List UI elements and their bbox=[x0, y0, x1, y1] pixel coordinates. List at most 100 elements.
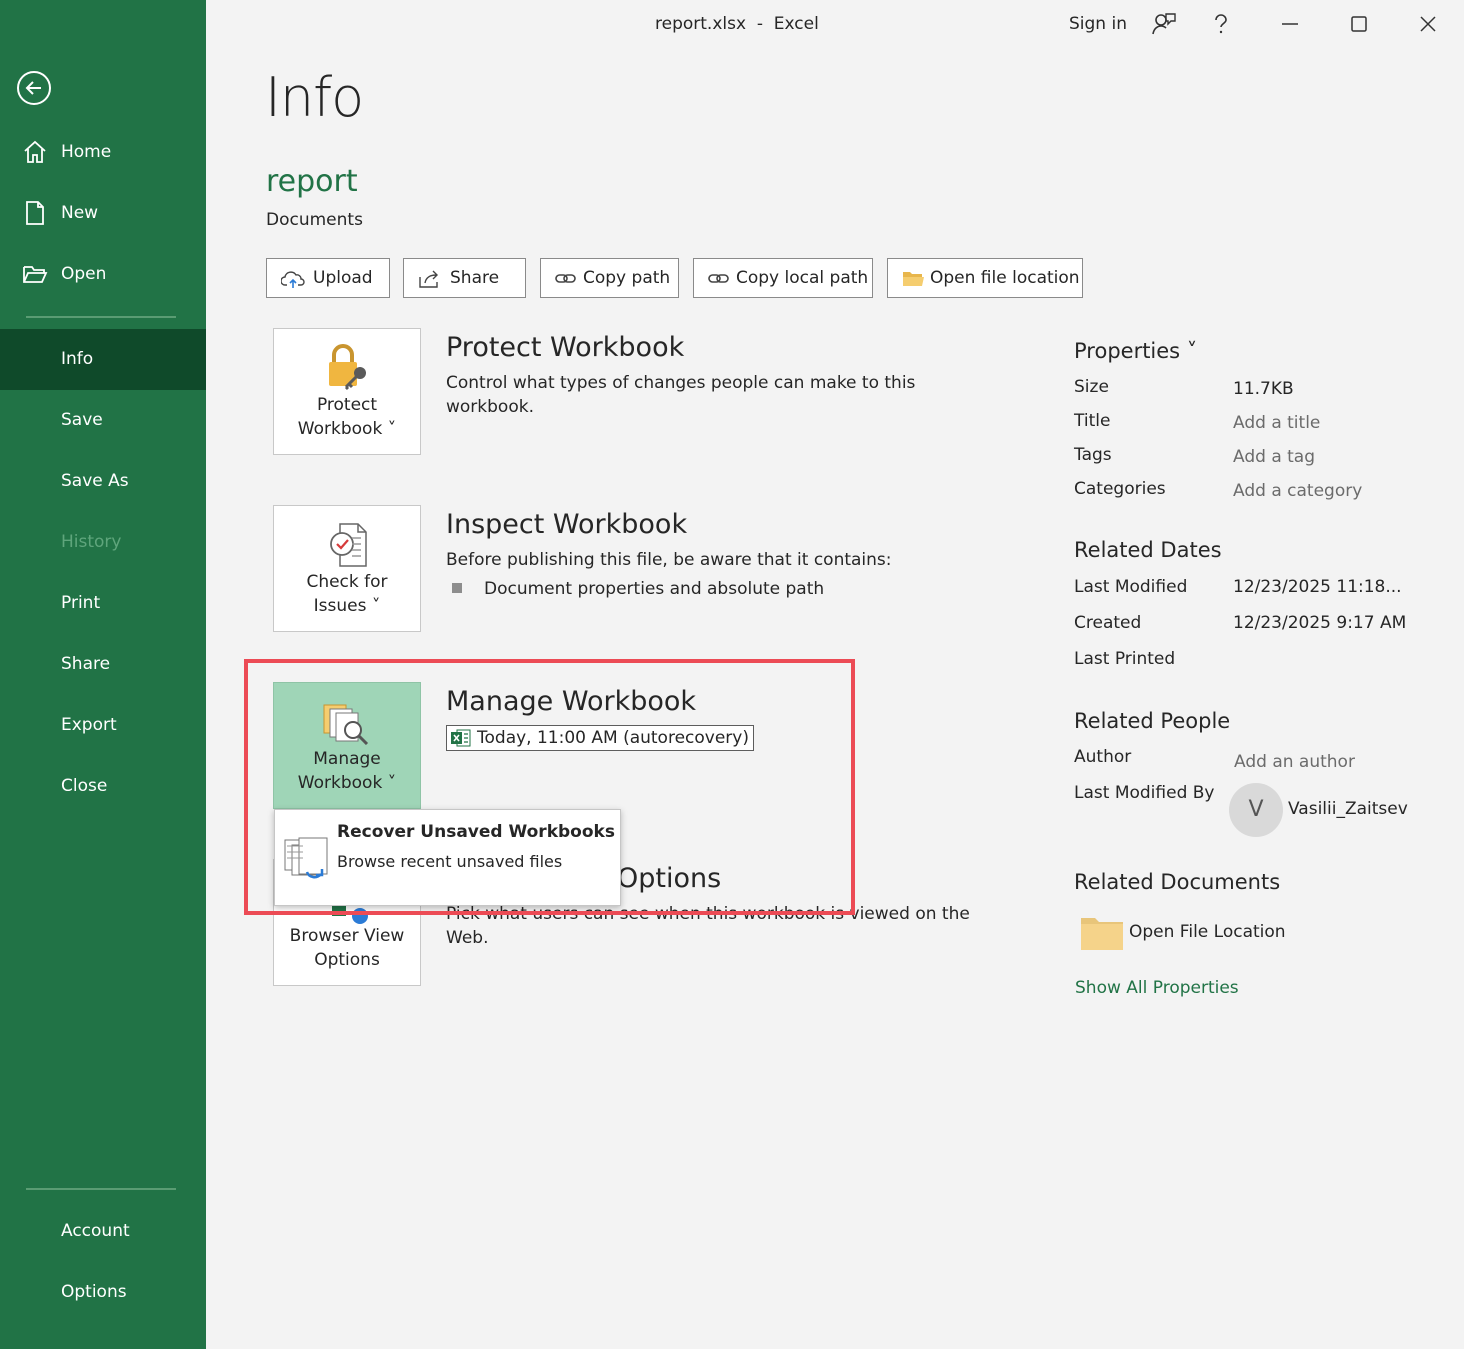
sidebar-item-open[interactable]: Open bbox=[0, 244, 206, 305]
upload-label: Upload bbox=[313, 268, 373, 288]
sidebar-item-share[interactable]: Share bbox=[0, 634, 206, 695]
sidebar-item-label: Open bbox=[61, 264, 107, 284]
last-printed-label: Last Printed bbox=[1074, 649, 1176, 669]
sidebar-item-label: Save As bbox=[61, 471, 129, 491]
sign-in-link[interactable]: Sign in bbox=[1069, 14, 1127, 34]
last-modified-label: Last Modified bbox=[1074, 577, 1188, 597]
copy-path-button[interactable]: Copy path bbox=[540, 258, 679, 298]
sidebar-item-options[interactable]: Options bbox=[0, 1262, 206, 1323]
tile-label-line2: Options bbox=[314, 950, 380, 970]
sidebar-item-export[interactable]: Export bbox=[0, 695, 206, 756]
sidebar-item-label: Save bbox=[61, 410, 103, 430]
categories-label: Categories bbox=[1074, 479, 1166, 499]
sidebar-item-label: Share bbox=[61, 654, 111, 674]
close-icon[interactable] bbox=[1414, 10, 1442, 38]
tile-label-line1: Check for bbox=[306, 572, 388, 592]
upload-button[interactable]: Upload bbox=[266, 258, 390, 298]
sidebar-item-info[interactable]: Info bbox=[0, 329, 206, 390]
sidebar-item-save-as[interactable]: Save As bbox=[0, 451, 206, 512]
autorecovery-version-link[interactable]: Today, 11:00 AM (autorecovery) bbox=[446, 725, 754, 751]
size-label: Size bbox=[1074, 377, 1109, 397]
copy-path-label: Copy path bbox=[583, 268, 671, 288]
share-label: Share bbox=[450, 268, 500, 288]
browser-view-desc: Pick what users can see when this workbo… bbox=[446, 902, 970, 950]
open-file-location-link[interactable]: Open File Location bbox=[1129, 922, 1286, 942]
tile-label-line1: Browser View bbox=[289, 926, 405, 946]
link-icon bbox=[708, 274, 729, 283]
recover-unsaved-workbooks-item[interactable]: Recover Unsaved Workbooks Browse recent … bbox=[275, 810, 620, 905]
folder-open-icon bbox=[23, 266, 48, 283]
related-people-heading: Related People bbox=[1074, 709, 1231, 733]
inspect-bullet-item: Document properties and absolute path bbox=[484, 579, 825, 599]
sidebar-item-save[interactable]: Save bbox=[0, 390, 206, 451]
categories-field[interactable]: Add a category bbox=[1233, 481, 1362, 501]
sidebar-divider bbox=[26, 316, 176, 318]
size-value: 11.7KB bbox=[1233, 379, 1294, 399]
document-location: Documents bbox=[266, 210, 363, 230]
document-name: report bbox=[266, 164, 358, 199]
tags-label: Tags bbox=[1074, 445, 1112, 465]
sidebar-item-label: Options bbox=[61, 1282, 127, 1302]
sidebar-item-account[interactable]: Account bbox=[0, 1201, 206, 1262]
open-file-location-button[interactable]: Open file location bbox=[887, 258, 1083, 298]
sidebar-item-history: History bbox=[0, 512, 206, 573]
created-label: Created bbox=[1074, 613, 1142, 633]
title-label: Title bbox=[1074, 411, 1111, 431]
maximize-icon[interactable] bbox=[1345, 10, 1373, 38]
inspect-document-icon bbox=[330, 523, 367, 567]
sidebar-item-new[interactable]: New bbox=[0, 183, 206, 244]
tags-field[interactable]: Add a tag bbox=[1233, 447, 1315, 467]
home-icon bbox=[24, 140, 46, 163]
tile-label-line1: Protect bbox=[316, 395, 378, 415]
share-button[interactable]: Share bbox=[403, 258, 526, 298]
tile-label-line2: Workbook ˅ bbox=[297, 419, 397, 439]
last-modified-value: 12/23/2025 11:18... bbox=[1233, 577, 1402, 597]
related-dates-heading: Related Dates bbox=[1074, 538, 1222, 562]
copy-local-path-button[interactable]: Copy local path bbox=[693, 258, 873, 298]
inspect-workbook-title: Inspect Workbook bbox=[446, 509, 688, 540]
properties-heading-dropdown[interactable]: Properties ˅ bbox=[1074, 339, 1197, 363]
window-title: report.xlsx - Excel bbox=[655, 14, 819, 34]
minimize-icon[interactable] bbox=[1276, 10, 1304, 38]
backstage-sidebar: Home New Open Info Save Save As History … bbox=[0, 0, 206, 1349]
related-documents-heading: Related Documents bbox=[1074, 870, 1281, 894]
sidebar-item-label: Account bbox=[61, 1221, 130, 1241]
back-arrow-icon[interactable] bbox=[17, 71, 51, 105]
last-modified-by-label: Last Modified By bbox=[1074, 783, 1215, 803]
open-file-location-label: Open file location bbox=[930, 268, 1080, 288]
inspect-workbook-desc: Before publishing this file, be aware th… bbox=[446, 550, 892, 570]
coauthor-icon[interactable] bbox=[1150, 10, 1178, 38]
folder-icon[interactable] bbox=[1080, 914, 1124, 952]
sidebar-item-home[interactable]: Home bbox=[0, 122, 206, 183]
manage-workbook-tile[interactable]: Manage Workbook ˅ bbox=[273, 682, 421, 809]
manage-workbook-dropdown: Recover Unsaved Workbooks Browse recent … bbox=[274, 809, 621, 906]
copy-local-path-label: Copy local path bbox=[736, 268, 869, 288]
recover-unsaved-title: Recover Unsaved Workbooks bbox=[337, 822, 615, 842]
sidebar-item-label: Info bbox=[61, 349, 94, 369]
title-field[interactable]: Add a title bbox=[1233, 413, 1320, 433]
protect-workbook-tile[interactable]: Protect Workbook ˅ bbox=[273, 328, 421, 455]
cloud-upload-icon bbox=[281, 271, 305, 288]
manage-versions-icon bbox=[323, 704, 369, 745]
last-modified-by-value[interactable]: Vasilii_Zaitsev bbox=[1288, 799, 1408, 819]
sidebar-item-label: Close bbox=[61, 776, 108, 796]
sidebar-item-label: Print bbox=[61, 593, 101, 613]
sidebar-item-close[interactable]: Close bbox=[0, 756, 206, 817]
created-value: 12/23/2025 9:17 AM bbox=[1233, 613, 1407, 633]
desc-line: Control what types of changes people can… bbox=[446, 373, 916, 393]
sidebar-item-print[interactable]: Print bbox=[0, 573, 206, 634]
check-for-issues-tile[interactable]: Check for Issues ˅ bbox=[273, 505, 421, 632]
tile-label-line2: Issues ˅ bbox=[313, 596, 381, 616]
folder-icon bbox=[903, 272, 924, 286]
show-all-properties-link[interactable]: Show All Properties bbox=[1075, 978, 1239, 998]
sidebar-divider bbox=[26, 1188, 176, 1190]
author-field[interactable]: Add an author bbox=[1234, 752, 1355, 772]
desc-line: Web. bbox=[446, 928, 489, 948]
browser-view-options-title-fragment: Options bbox=[617, 863, 722, 894]
excel-file-icon bbox=[451, 729, 471, 747]
sidebar-item-label: History bbox=[61, 532, 122, 552]
help-icon[interactable] bbox=[1207, 10, 1235, 38]
protect-workbook-title: Protect Workbook bbox=[446, 332, 685, 363]
tile-label-line1: Manage bbox=[313, 749, 381, 769]
share-icon bbox=[419, 270, 438, 288]
